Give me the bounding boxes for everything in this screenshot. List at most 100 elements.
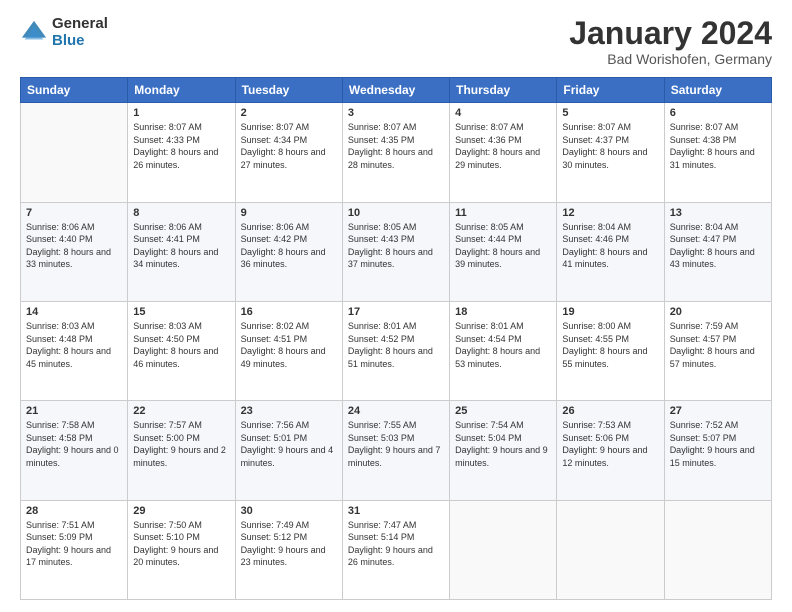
logo: General Blue [20, 16, 108, 49]
day-cell-w1d5: 12 Sunrise: 8:04 AM Sunset: 4:46 PM Dayl… [557, 202, 664, 301]
day-info: Sunrise: 8:07 AM Sunset: 4:35 PM Dayligh… [348, 121, 444, 171]
day-info: Sunrise: 8:07 AM Sunset: 4:38 PM Dayligh… [670, 121, 766, 171]
day-number: 11 [455, 207, 551, 219]
day-number: 18 [455, 306, 551, 318]
day-info: Sunrise: 8:01 AM Sunset: 4:54 PM Dayligh… [455, 320, 551, 370]
day-number: 6 [670, 107, 766, 119]
week-row-4: 28 Sunrise: 7:51 AM Sunset: 5:09 PM Dayl… [21, 500, 772, 599]
day-number: 31 [348, 505, 444, 517]
day-info: Sunrise: 7:54 AM Sunset: 5:04 PM Dayligh… [455, 419, 551, 469]
day-number: 7 [26, 207, 122, 219]
day-cell-w0d2: 2 Sunrise: 8:07 AM Sunset: 4:34 PM Dayli… [235, 103, 342, 202]
day-info: Sunrise: 8:05 AM Sunset: 4:44 PM Dayligh… [455, 221, 551, 271]
day-cell-w2d2: 16 Sunrise: 8:02 AM Sunset: 4:51 PM Dayl… [235, 301, 342, 400]
day-info: Sunrise: 8:06 AM Sunset: 4:42 PM Dayligh… [241, 221, 337, 271]
day-cell-w4d4 [450, 500, 557, 599]
day-cell-w0d0 [21, 103, 128, 202]
day-cell-w0d3: 3 Sunrise: 8:07 AM Sunset: 4:35 PM Dayli… [342, 103, 449, 202]
day-cell-w2d0: 14 Sunrise: 8:03 AM Sunset: 4:48 PM Dayl… [21, 301, 128, 400]
day-number: 9 [241, 207, 337, 219]
day-cell-w3d1: 22 Sunrise: 7:57 AM Sunset: 5:00 PM Dayl… [128, 401, 235, 500]
day-info: Sunrise: 8:07 AM Sunset: 4:36 PM Dayligh… [455, 121, 551, 171]
day-cell-w2d4: 18 Sunrise: 8:01 AM Sunset: 4:54 PM Dayl… [450, 301, 557, 400]
day-info: Sunrise: 8:07 AM Sunset: 4:34 PM Dayligh… [241, 121, 337, 171]
day-info: Sunrise: 8:04 AM Sunset: 4:46 PM Dayligh… [562, 221, 658, 271]
header-saturday: Saturday [664, 78, 771, 103]
day-info: Sunrise: 7:51 AM Sunset: 5:09 PM Dayligh… [26, 519, 122, 569]
calendar-table: Sunday Monday Tuesday Wednesday Thursday… [20, 77, 772, 600]
day-number: 2 [241, 107, 337, 119]
page: General Blue January 2024 Bad Worishofen… [0, 0, 792, 612]
day-cell-w2d5: 19 Sunrise: 8:00 AM Sunset: 4:55 PM Dayl… [557, 301, 664, 400]
day-number: 1 [133, 107, 229, 119]
day-cell-w3d2: 23 Sunrise: 7:56 AM Sunset: 5:01 PM Dayl… [235, 401, 342, 500]
day-cell-w4d2: 30 Sunrise: 7:49 AM Sunset: 5:12 PM Dayl… [235, 500, 342, 599]
day-number: 12 [562, 207, 658, 219]
day-number: 28 [26, 505, 122, 517]
day-number: 20 [670, 306, 766, 318]
day-cell-w4d0: 28 Sunrise: 7:51 AM Sunset: 5:09 PM Dayl… [21, 500, 128, 599]
week-row-0: 1 Sunrise: 8:07 AM Sunset: 4:33 PM Dayli… [21, 103, 772, 202]
day-cell-w2d1: 15 Sunrise: 8:03 AM Sunset: 4:50 PM Dayl… [128, 301, 235, 400]
day-info: Sunrise: 8:03 AM Sunset: 4:50 PM Dayligh… [133, 320, 229, 370]
day-cell-w0d4: 4 Sunrise: 8:07 AM Sunset: 4:36 PM Dayli… [450, 103, 557, 202]
day-cell-w1d1: 8 Sunrise: 8:06 AM Sunset: 4:41 PM Dayli… [128, 202, 235, 301]
header-thursday: Thursday [450, 78, 557, 103]
day-cell-w3d3: 24 Sunrise: 7:55 AM Sunset: 5:03 PM Dayl… [342, 401, 449, 500]
day-info: Sunrise: 8:02 AM Sunset: 4:51 PM Dayligh… [241, 320, 337, 370]
day-cell-w3d5: 26 Sunrise: 7:53 AM Sunset: 5:06 PM Dayl… [557, 401, 664, 500]
day-cell-w0d1: 1 Sunrise: 8:07 AM Sunset: 4:33 PM Dayli… [128, 103, 235, 202]
day-number: 14 [26, 306, 122, 318]
day-number: 25 [455, 405, 551, 417]
day-cell-w3d0: 21 Sunrise: 7:58 AM Sunset: 4:58 PM Dayl… [21, 401, 128, 500]
day-cell-w0d6: 6 Sunrise: 8:07 AM Sunset: 4:38 PM Dayli… [664, 103, 771, 202]
day-cell-w4d5 [557, 500, 664, 599]
title-block: January 2024 Bad Worishofen, Germany [569, 16, 772, 67]
day-info: Sunrise: 7:53 AM Sunset: 5:06 PM Dayligh… [562, 419, 658, 469]
week-row-1: 7 Sunrise: 8:06 AM Sunset: 4:40 PM Dayli… [21, 202, 772, 301]
day-info: Sunrise: 7:47 AM Sunset: 5:14 PM Dayligh… [348, 519, 444, 569]
logo-text: General Blue [52, 16, 108, 49]
day-cell-w1d3: 10 Sunrise: 8:05 AM Sunset: 4:43 PM Dayl… [342, 202, 449, 301]
day-info: Sunrise: 7:59 AM Sunset: 4:57 PM Dayligh… [670, 320, 766, 370]
day-number: 8 [133, 207, 229, 219]
day-cell-w4d3: 31 Sunrise: 7:47 AM Sunset: 5:14 PM Dayl… [342, 500, 449, 599]
header-wednesday: Wednesday [342, 78, 449, 103]
day-number: 21 [26, 405, 122, 417]
day-number: 15 [133, 306, 229, 318]
day-cell-w0d5: 5 Sunrise: 8:07 AM Sunset: 4:37 PM Dayli… [557, 103, 664, 202]
month-title: January 2024 [569, 16, 772, 51]
day-info: Sunrise: 8:06 AM Sunset: 4:40 PM Dayligh… [26, 221, 122, 271]
day-number: 24 [348, 405, 444, 417]
day-info: Sunrise: 7:50 AM Sunset: 5:10 PM Dayligh… [133, 519, 229, 569]
weekday-header-row: Sunday Monday Tuesday Wednesday Thursday… [21, 78, 772, 103]
header-monday: Monday [128, 78, 235, 103]
week-row-3: 21 Sunrise: 7:58 AM Sunset: 4:58 PM Dayl… [21, 401, 772, 500]
header-sunday: Sunday [21, 78, 128, 103]
day-number: 27 [670, 405, 766, 417]
day-number: 3 [348, 107, 444, 119]
day-cell-w1d4: 11 Sunrise: 8:05 AM Sunset: 4:44 PM Dayl… [450, 202, 557, 301]
day-number: 26 [562, 405, 658, 417]
day-info: Sunrise: 8:04 AM Sunset: 4:47 PM Dayligh… [670, 221, 766, 271]
day-number: 16 [241, 306, 337, 318]
day-number: 13 [670, 207, 766, 219]
day-info: Sunrise: 8:01 AM Sunset: 4:52 PM Dayligh… [348, 320, 444, 370]
day-number: 10 [348, 207, 444, 219]
day-info: Sunrise: 7:52 AM Sunset: 5:07 PM Dayligh… [670, 419, 766, 469]
day-info: Sunrise: 8:05 AM Sunset: 4:43 PM Dayligh… [348, 221, 444, 271]
day-info: Sunrise: 8:06 AM Sunset: 4:41 PM Dayligh… [133, 221, 229, 271]
location: Bad Worishofen, Germany [569, 51, 772, 67]
day-cell-w3d6: 27 Sunrise: 7:52 AM Sunset: 5:07 PM Dayl… [664, 401, 771, 500]
header-tuesday: Tuesday [235, 78, 342, 103]
day-number: 19 [562, 306, 658, 318]
header-friday: Friday [557, 78, 664, 103]
day-number: 4 [455, 107, 551, 119]
day-info: Sunrise: 7:57 AM Sunset: 5:00 PM Dayligh… [133, 419, 229, 469]
day-number: 22 [133, 405, 229, 417]
day-number: 23 [241, 405, 337, 417]
day-cell-w4d1: 29 Sunrise: 7:50 AM Sunset: 5:10 PM Dayl… [128, 500, 235, 599]
day-info: Sunrise: 7:56 AM Sunset: 5:01 PM Dayligh… [241, 419, 337, 469]
day-cell-w1d6: 13 Sunrise: 8:04 AM Sunset: 4:47 PM Dayl… [664, 202, 771, 301]
logo-icon [20, 19, 48, 47]
